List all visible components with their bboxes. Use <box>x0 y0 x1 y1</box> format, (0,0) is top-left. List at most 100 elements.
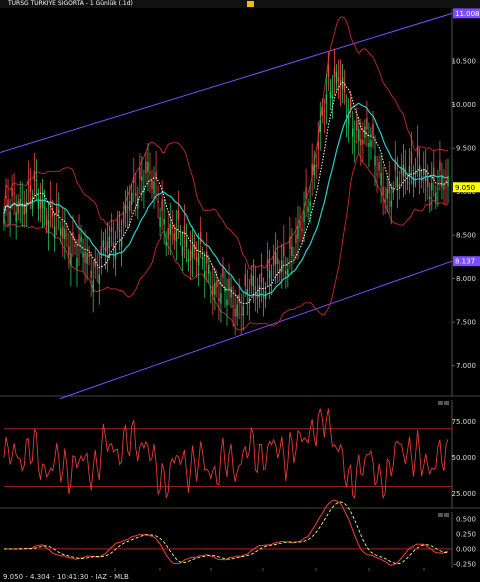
price-tick-label: 7.500 <box>456 319 476 327</box>
candle-body <box>313 164 315 176</box>
candle-body <box>360 139 362 146</box>
rsi-tick-label: 50.000 <box>452 454 477 462</box>
price-tick-label: 10.500 <box>452 58 477 66</box>
rsi-tick-label: 75.000 <box>452 418 477 426</box>
candle-body <box>272 255 275 266</box>
candle-body <box>51 212 54 217</box>
candle-body <box>58 209 60 213</box>
candle-body <box>114 247 117 260</box>
candle-body <box>122 212 125 225</box>
rsi-tick-label: 25.000 <box>452 490 477 498</box>
candle-body <box>303 211 305 223</box>
candle-body <box>305 187 307 199</box>
candle-body <box>250 274 253 286</box>
candle-body <box>230 287 232 298</box>
candle-body <box>226 299 228 306</box>
candle-body <box>9 211 11 224</box>
candle-body <box>222 266 224 278</box>
candle-body <box>347 116 350 125</box>
candle-body <box>331 95 334 99</box>
window-tab-indicator[interactable] <box>247 1 254 7</box>
candle-body <box>124 204 127 214</box>
price-panel: 7.0007.5008.0008.5009.0009.50010.00010.5… <box>0 8 480 400</box>
price-tick-label: 10.000 <box>452 101 477 109</box>
candle-body <box>163 218 165 225</box>
macd-panel-control <box>438 513 443 517</box>
candle-body <box>368 143 370 147</box>
candle-body <box>406 182 409 184</box>
candle-body <box>161 199 163 212</box>
candle-body <box>104 247 107 251</box>
candle-body <box>254 286 257 291</box>
candle-body <box>384 199 386 202</box>
candle-body <box>431 182 433 191</box>
chart-canvas: 7.0007.5008.0008.5009.0009.50010.00010.5… <box>0 8 480 581</box>
candle-body <box>106 241 109 253</box>
candle-body <box>56 203 58 215</box>
candle-body <box>283 245 285 257</box>
candle-body <box>341 77 344 90</box>
candle-body <box>159 216 161 228</box>
candle-body <box>335 71 338 84</box>
candle-body <box>248 297 251 302</box>
candle-body <box>382 186 384 195</box>
candle-body <box>133 176 135 184</box>
candle-body <box>151 180 153 189</box>
candle-body <box>108 236 111 249</box>
candle-body <box>171 225 173 229</box>
candle-body <box>315 164 317 168</box>
candle-body <box>47 220 50 233</box>
price-background <box>0 9 480 396</box>
candle-body <box>112 242 115 248</box>
candle-body <box>343 81 346 93</box>
candle-body <box>135 192 137 197</box>
candle-body <box>204 270 206 279</box>
candle-body <box>285 271 287 275</box>
candle-body <box>147 161 149 172</box>
candle-body <box>354 140 356 142</box>
candle-body <box>309 201 311 207</box>
candle-body <box>262 296 265 298</box>
rsi-line <box>3 408 449 500</box>
candle-body <box>358 129 360 142</box>
candle-body <box>60 228 62 236</box>
candle-body <box>181 246 184 256</box>
candle-body <box>74 244 76 247</box>
rsi-panel-control <box>438 401 443 405</box>
price-tick-label: 8.500 <box>456 232 476 240</box>
candle-body <box>68 246 70 256</box>
candle-body <box>70 253 72 266</box>
candle-body <box>410 152 413 165</box>
candle-body <box>96 267 98 269</box>
candle-body <box>356 120 358 131</box>
rsi-panel-control <box>444 401 449 405</box>
candle-body <box>299 220 301 229</box>
candle-body <box>3 213 5 224</box>
rsi-panel: 25.000 50.000 75.000 <box>0 400 480 509</box>
candle-body <box>293 255 295 256</box>
candle-body <box>242 306 244 316</box>
candle-body <box>210 287 212 288</box>
title-bar: TURSG TURKIYE SIGORTA - 1 Günlük (.1d) <box>0 0 480 8</box>
candle-body <box>228 278 230 291</box>
candle-body <box>289 236 291 249</box>
candle-body <box>175 229 178 242</box>
candle-body <box>236 304 238 317</box>
candle-body <box>149 172 151 174</box>
candle-body <box>195 257 198 262</box>
last-price-label: 9.050 <box>455 184 475 192</box>
candle-body <box>120 238 123 247</box>
candle-body <box>80 236 82 242</box>
candle-body <box>110 227 113 232</box>
candle-body <box>62 226 64 239</box>
candle-body <box>208 264 210 274</box>
candle-body <box>216 280 218 288</box>
candle-body <box>11 187 13 197</box>
candle-body <box>37 200 40 209</box>
candle-body <box>311 164 313 176</box>
candle-body <box>88 254 90 257</box>
candle-body <box>199 232 202 243</box>
status-readout: 9.050 - 4.304 - 10:41:30 - IAZ - MLB <box>3 573 129 581</box>
candle-body <box>53 226 56 238</box>
channel-lower-label: 8.137 <box>455 258 475 266</box>
